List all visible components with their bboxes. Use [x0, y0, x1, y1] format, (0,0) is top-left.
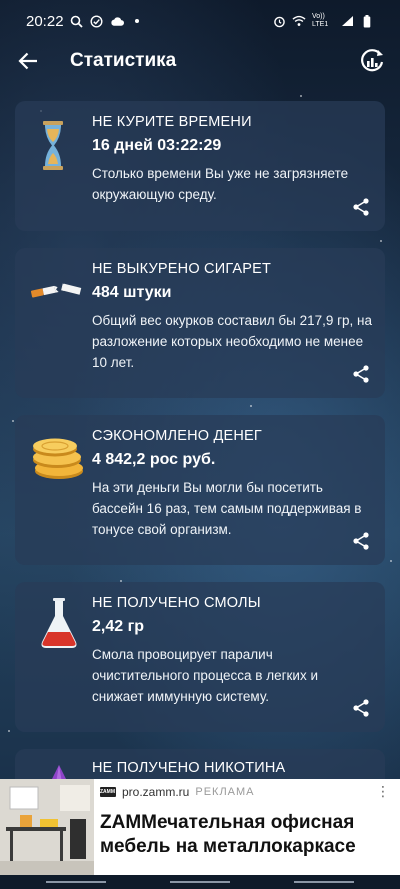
ad-label: РЕКЛАМА	[195, 786, 255, 798]
flask-icon	[29, 594, 89, 654]
page-title: Статистика	[70, 50, 177, 71]
share-button[interactable]	[351, 698, 371, 718]
arrow-left-icon	[18, 52, 37, 70]
ad-domain[interactable]: pro.zamm.ru	[122, 785, 189, 799]
app-bar: Статистика	[0, 42, 400, 80]
more-vertical-icon: ⋮	[376, 783, 390, 799]
card-description: Смола провоцирует паралич очистительного…	[92, 647, 319, 704]
card-heading: НЕ ПОЛУЧЕНО СМОЛЫ	[92, 595, 261, 611]
share-icon	[353, 532, 369, 550]
card-description: Общий вес окурков составил бы 217,9 гр, …	[92, 313, 373, 370]
ad-domain-row: ZAMM pro.zamm.ru РЕКЛАМА	[100, 785, 255, 799]
card-value: 16 дней 03:22:29	[92, 137, 222, 154]
nav-home[interactable]	[170, 881, 230, 883]
card-heading: СЭКОНОМЛЕНО ДЕНЕГ	[92, 428, 262, 444]
nav-recent[interactable]	[46, 881, 106, 883]
card-value: 4 842,2 рос руб.	[92, 451, 216, 468]
share-button[interactable]	[351, 197, 371, 217]
ad-banner[interactable]: ZAMM pro.zamm.ru РЕКЛАМА ⋮ ZAMMечательна…	[0, 779, 400, 875]
card-smoke-free-time: НЕ КУРИТЕ ВРЕМЕНИ 16 дней 03:22:29 Столь…	[15, 101, 385, 231]
search-icon	[70, 14, 84, 28]
card-description: Столько времени Вы уже не загрязняете ок…	[92, 166, 349, 202]
card-description: На эти деньги Вы могли бы посетить бассе…	[92, 480, 362, 537]
alarm-icon	[272, 14, 286, 28]
stats-refresh-button[interactable]	[358, 47, 386, 75]
system-nav-bar	[0, 875, 400, 889]
signal-icon	[340, 14, 354, 28]
nav-back[interactable]	[294, 881, 354, 883]
ad-headline[interactable]: ZAMMечательная офисная мебель на металло…	[100, 811, 392, 859]
broken-cigarette-icon	[29, 258, 89, 318]
share-button[interactable]	[351, 364, 371, 384]
cloud-icon	[110, 14, 124, 28]
card-money-saved: СЭКОНОМЛЕНО ДЕНЕГ 4 842,2 рос руб. На эт…	[15, 415, 385, 565]
dot-icon	[130, 14, 144, 28]
status-time: 20:22	[26, 12, 64, 30]
check-circle-icon	[90, 14, 104, 28]
share-icon	[353, 699, 369, 717]
card-heading: НЕ ВЫКУРЕНО СИГАРЕТ	[92, 261, 272, 277]
card-heading: НЕ КУРИТЕ ВРЕМЕНИ	[92, 114, 252, 130]
wifi-icon	[292, 14, 306, 28]
card-heading: НЕ ПОЛУЧЕНО НИКОТИНА	[92, 760, 286, 776]
status-bar: 20:22 Vo)) LTE1	[0, 0, 400, 42]
hourglass-icon	[29, 115, 89, 175]
card-value: 2,42 гр	[92, 618, 145, 635]
share-button[interactable]	[351, 531, 371, 551]
ad-image[interactable]	[0, 779, 94, 875]
card-value: 484 штуки	[92, 284, 172, 301]
share-icon	[353, 365, 369, 383]
chart-refresh-icon	[361, 49, 384, 72]
battery-icon	[360, 14, 374, 28]
card-tar-not-received: НЕ ПОЛУЧЕНО СМОЛЫ 2,42 гр Смола провоцир…	[15, 582, 385, 732]
ad-more-button[interactable]: ⋮	[376, 783, 390, 800]
network-label: Vo)) LTE1	[312, 13, 329, 28]
card-cigarettes-not-smoked: НЕ ВЫКУРЕНО СИГАРЕТ 484 штуки Общий вес …	[15, 248, 385, 398]
ad-logo-text: ZAMM	[100, 789, 115, 795]
back-button[interactable]	[14, 47, 42, 75]
share-icon	[353, 198, 369, 216]
coins-icon	[29, 427, 89, 487]
